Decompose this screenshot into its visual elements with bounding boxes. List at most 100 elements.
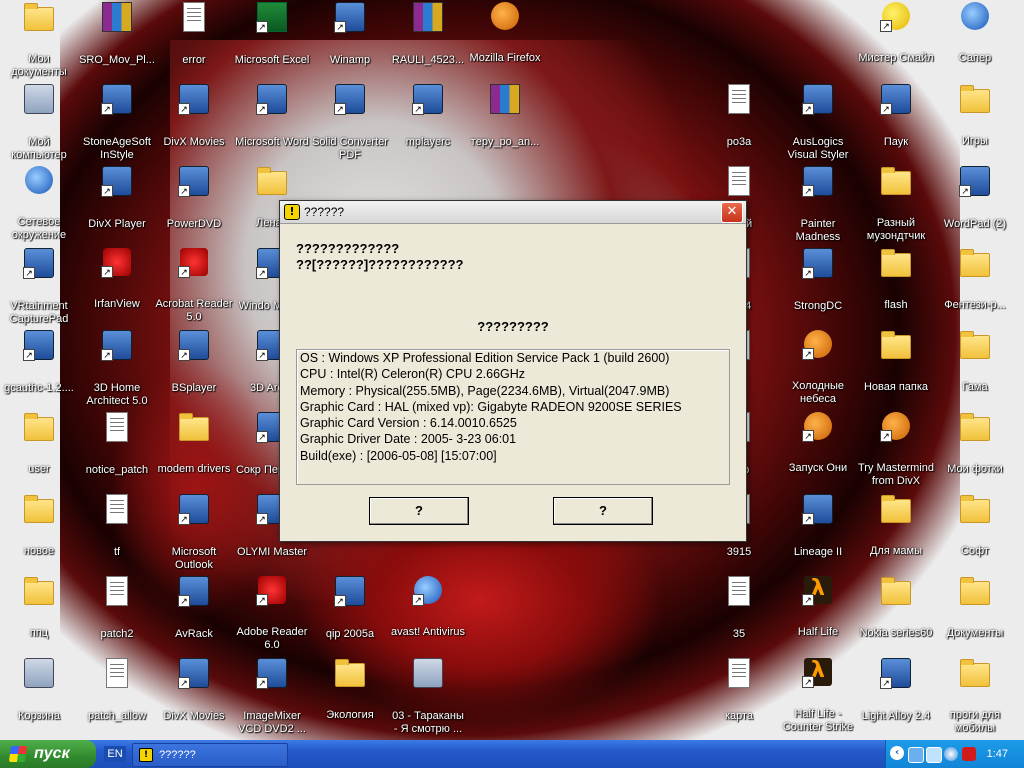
- desktop-icon[interactable]: проги для мобилы: [936, 658, 1014, 736]
- start-button[interactable]: пуск: [0, 740, 96, 768]
- desktop-icon[interactable]: Nokia series60: [857, 576, 935, 641]
- desktop-icon[interactable]: RAULI_4523...: [389, 2, 467, 68]
- desktop-icon[interactable]: Winamp: [311, 2, 389, 68]
- desktop-icon[interactable]: Документы: [936, 576, 1014, 641]
- dialog-left-button[interactable]: ?: [369, 497, 469, 525]
- desktop-icon[interactable]: Разный музондтчик: [857, 166, 935, 244]
- desktop-icon[interactable]: карта: [700, 658, 778, 724]
- desktop-icon[interactable]: ро3а: [700, 84, 778, 150]
- desktop-icon[interactable]: Microsoft Word: [233, 84, 311, 150]
- desktop-icon[interactable]: patch2: [78, 576, 156, 642]
- desktop-icon[interactable]: Half Life - Counter Strike: [779, 658, 857, 735]
- desktop-icon[interactable]: Microsoft Outlook: [155, 494, 233, 573]
- desktop-icon[interactable]: Фентези-р...: [936, 248, 1014, 313]
- desktop-icon-label: Lineage II: [793, 546, 843, 558]
- ati-icon[interactable]: [962, 747, 976, 761]
- dialog-titlebar[interactable]: ! ?????? ✕: [280, 201, 746, 224]
- desktop-icon[interactable]: Сетевое окружение: [0, 166, 78, 243]
- strongdc-icon: [802, 248, 833, 279]
- desktop-icon[interactable]: ппц: [0, 576, 78, 641]
- antivirus-icon[interactable]: [944, 747, 958, 761]
- info-line-os: OS : Windows XP Professional Edition Ser…: [300, 351, 670, 365]
- close-button[interactable]: ✕: [721, 202, 743, 223]
- desktop-icon[interactable]: qip 2005a: [311, 576, 389, 642]
- desktop-icon[interactable]: Гама: [936, 330, 1014, 395]
- desktop-icon[interactable]: Корзина: [0, 658, 78, 724]
- taskbar-button-dialog[interactable]: ! ??????: [132, 743, 288, 767]
- folder-icon: [257, 167, 287, 195]
- desktop-icon-label: Сетевое окружение: [11, 216, 67, 241]
- desktop-icon[interactable]: AusLogics Visual Styler: [779, 84, 857, 163]
- desktop-icon-label: Фентези-р...: [944, 299, 1006, 311]
- desktop-icon-label: DivX Player: [88, 218, 146, 230]
- start-label: пуск: [34, 745, 70, 762]
- warning-icon: !: [284, 204, 300, 220]
- language-indicator[interactable]: EN: [104, 746, 126, 762]
- desktop-icon[interactable]: Паук: [857, 84, 935, 150]
- dialog-title: ??????: [304, 205, 345, 219]
- capturepad-icon: [23, 248, 54, 279]
- info-line-graphic-card: Graphic Card : HAL (mixed vp): Gigabyte …: [300, 399, 682, 414]
- desktop-icon[interactable]: BSplayer: [155, 330, 233, 396]
- desktop-icon[interactable]: 03 - Тараканы - Я смотрю ...: [389, 658, 467, 737]
- desktop-icon[interactable]: Microsoft Excel: [233, 2, 311, 68]
- desktop-icon[interactable]: flash: [857, 248, 935, 313]
- desktop-icon[interactable]: Для мамы: [857, 494, 935, 559]
- desktop-icon[interactable]: Try Mastermind from DivX: [857, 412, 935, 489]
- desktop-icon[interactable]: StrongDC: [779, 248, 857, 314]
- display-icon[interactable]: [926, 747, 942, 763]
- desktop-icon[interactable]: modem drivers: [155, 412, 233, 477]
- show-hidden-icons-icon[interactable]: ‹: [890, 746, 904, 760]
- desktop-icon-label: новое: [23, 545, 55, 557]
- desktop-icon[interactable]: тepy_po_an...: [466, 84, 544, 150]
- desktop-icon[interactable]: Холодные небеса: [779, 330, 857, 407]
- desktop-icon[interactable]: Экология: [311, 658, 389, 723]
- desktop-icon[interactable]: Мои фотки: [936, 412, 1014, 477]
- desktop-icon[interactable]: Acrobat Reader 5.0: [155, 248, 233, 325]
- desktop-icon[interactable]: Новая папка: [857, 330, 935, 395]
- desktop-icon[interactable]: 3D Home Architect 5.0: [78, 330, 156, 409]
- desktop-icon[interactable]: Lineage II: [779, 494, 857, 560]
- desktop-icon[interactable]: user: [0, 412, 78, 477]
- desktop-icon[interactable]: gcauthc-1.2....: [0, 330, 78, 396]
- desktop-icon[interactable]: AvRack: [155, 576, 233, 642]
- desktop-icon[interactable]: Мистер Смайл: [857, 2, 935, 66]
- desktop-icon[interactable]: StoneAgeSoft InStyle: [78, 84, 156, 163]
- desktop-icon[interactable]: Half Life: [779, 576, 857, 640]
- desktop-icon[interactable]: SRO_Mov_Pl...: [78, 2, 156, 68]
- desktop-icon[interactable]: новое: [0, 494, 78, 559]
- desktop-icon[interactable]: Mozilla Firefox: [466, 2, 544, 66]
- desktop-icon[interactable]: 35: [700, 576, 778, 642]
- desktop-icon[interactable]: Софт: [936, 494, 1014, 559]
- desktop-icon[interactable]: error: [155, 2, 233, 68]
- desktop-icon[interactable]: Запуск Они: [779, 412, 857, 476]
- desktop-icon[interactable]: Light Alloy 2.4: [857, 658, 935, 724]
- desktop-icon[interactable]: avast! Antivirus: [389, 576, 467, 640]
- clock[interactable]: 1:47: [987, 740, 1008, 768]
- desktop-icon[interactable]: tf: [78, 494, 156, 560]
- desktop-icon[interactable]: patch_allow: [78, 658, 156, 724]
- dialog-right-button[interactable]: ?: [553, 497, 653, 525]
- desktop-icon[interactable]: Игры: [936, 84, 1014, 149]
- info-line-cpu: CPU : Intel(R) Celeron(R) CPU 2.66GHz: [300, 367, 526, 382]
- desktop-icon[interactable]: notice_patch: [78, 412, 156, 478]
- desktop-icon[interactable]: Painter Madness: [779, 166, 857, 245]
- desktop-icon[interactable]: Adobe Reader 6.0: [233, 576, 311, 653]
- desktop-icon[interactable]: Solid Converter PDF: [311, 84, 389, 163]
- desktop-icon[interactable]: DivX Movies: [155, 658, 233, 724]
- desktop-icon[interactable]: Мои документы: [0, 2, 78, 80]
- desktop-icon-label: Half Life: [797, 626, 839, 638]
- desktop-icon[interactable]: PowerDVD: [155, 166, 233, 232]
- network-icon[interactable]: [908, 747, 924, 763]
- desktop-icon[interactable]: DivX Player: [78, 166, 156, 232]
- desktop-icon[interactable]: WordPad (2): [936, 166, 1014, 232]
- desktop-icon[interactable]: mplayerc: [389, 84, 467, 150]
- folder-icon: [881, 249, 911, 277]
- desktop-icon[interactable]: ImageMixer VCD DVD2 ...: [233, 658, 311, 737]
- desktop-icon[interactable]: Сапер: [936, 2, 1014, 66]
- desktop-icon[interactable]: DivX Movies: [155, 84, 233, 150]
- desktop-icon-label: 35: [732, 628, 746, 640]
- desktop-icon[interactable]: VRtainment CapturePad: [0, 248, 78, 327]
- desktop-icon[interactable]: IrfanView: [78, 248, 156, 312]
- desktop-icon[interactable]: Мой компьютер: [0, 84, 78, 163]
